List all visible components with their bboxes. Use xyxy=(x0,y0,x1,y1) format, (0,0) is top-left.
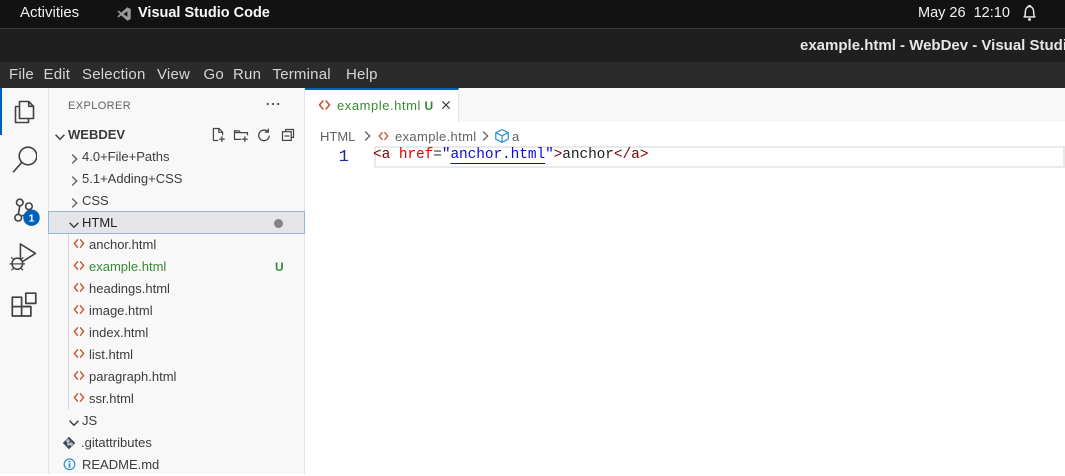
svg-text:1: 1 xyxy=(29,212,35,224)
